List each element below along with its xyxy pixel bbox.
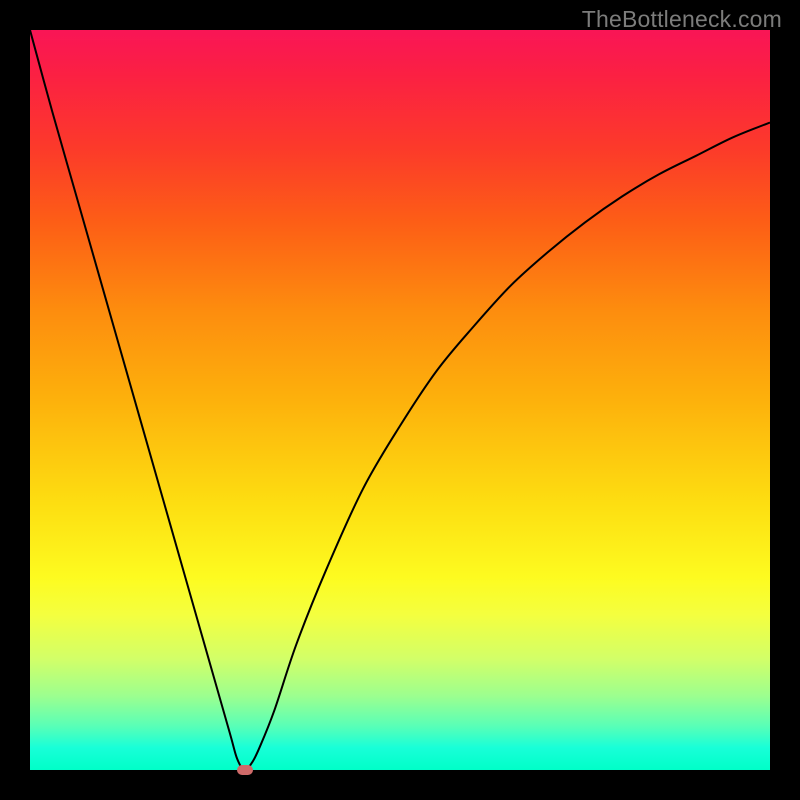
plot-area	[30, 30, 770, 770]
bottleneck-marker	[237, 765, 253, 775]
curve-line	[30, 30, 770, 770]
watermark-text: TheBottleneck.com	[582, 6, 782, 33]
bottleneck-curve	[30, 30, 770, 770]
chart-frame: TheBottleneck.com	[0, 0, 800, 800]
